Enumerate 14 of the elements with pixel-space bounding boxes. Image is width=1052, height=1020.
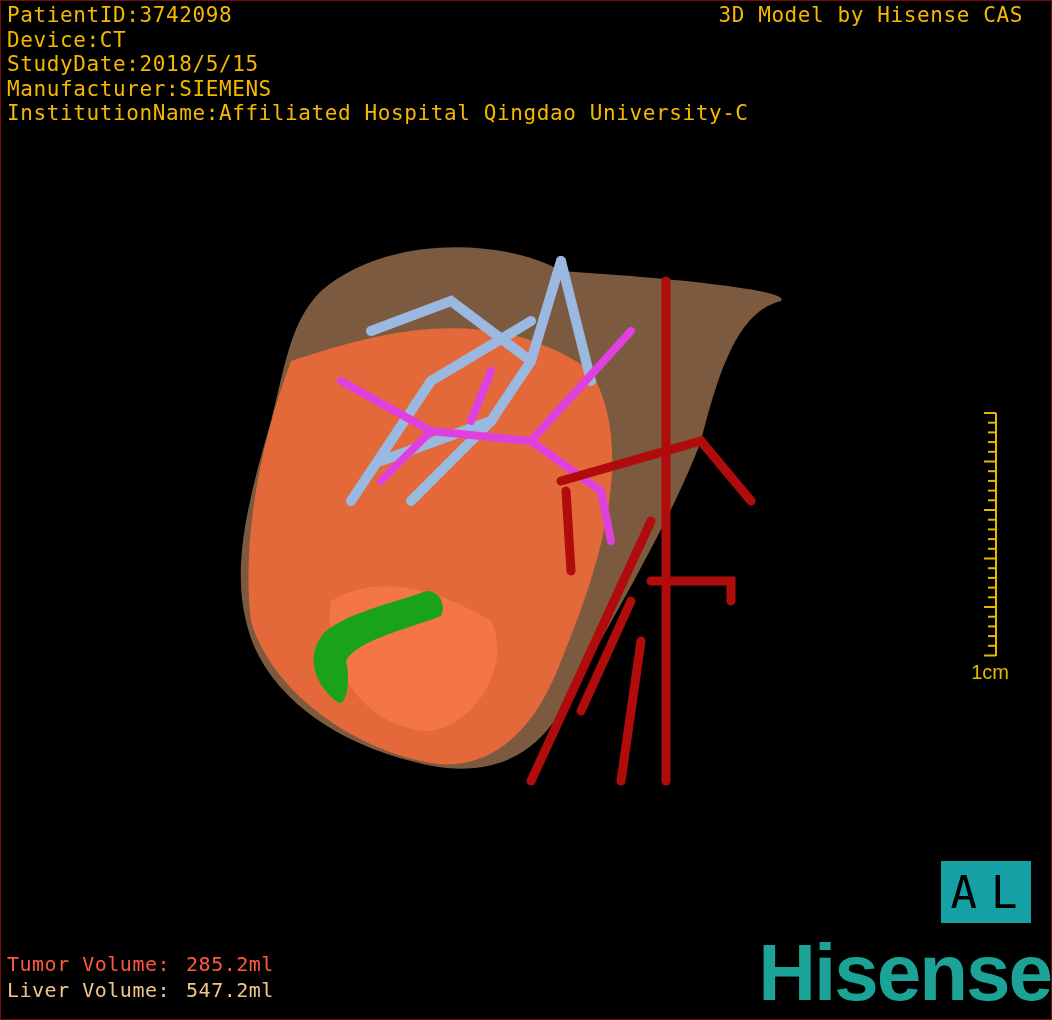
patient-info-text: InstitutionName:Affiliated Hospital Qingdao University-C (7, 101, 749, 126)
volume-label: Liver Volume: (7, 977, 171, 1003)
logo-text: Hisense (758, 933, 1051, 1013)
volume-value: 285.2ml (186, 951, 274, 977)
volume-value: 547.2ml (186, 977, 274, 1003)
credit-text: 3D Model by Hisense CAS (718, 3, 1023, 28)
patient-info-text: Device:CT (7, 27, 127, 52)
patient-info-text: PatientID:3742098 (7, 3, 233, 28)
volume-label: Tumor Volume: (7, 951, 171, 977)
orientation-badge: AL (941, 861, 1031, 923)
patient-info-text: Manufacturer:SIEMENS (7, 76, 272, 101)
scale-bar-icon (982, 411, 999, 659)
scale-label: 1cm (971, 661, 1009, 684)
patient-info-text: StudyDate:2018/5/15 (7, 52, 259, 77)
